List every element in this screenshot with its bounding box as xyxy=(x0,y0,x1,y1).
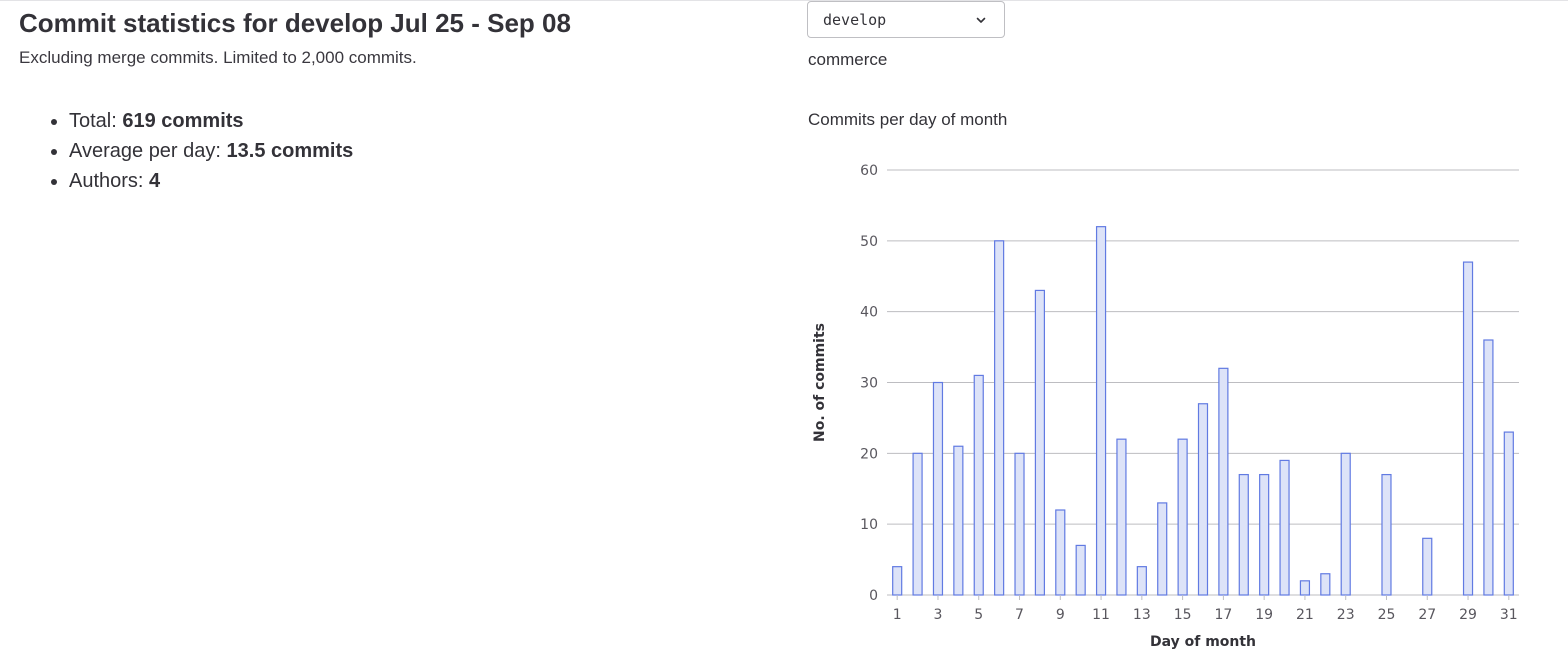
x-tick-label: 25 xyxy=(1378,607,1396,623)
x-tick-label: 21 xyxy=(1296,607,1314,623)
x-tick-label: 1 xyxy=(893,607,902,623)
top-divider xyxy=(0,0,1568,1)
stat-value: 13.5 commits xyxy=(226,140,354,162)
page-title: Commit statistics for develop Jul 25 - S… xyxy=(19,8,571,38)
stat-label: Total: xyxy=(69,110,123,132)
bar xyxy=(1218,367,1229,596)
x-tick-label: 5 xyxy=(974,607,983,623)
x-tick-label: 31 xyxy=(1500,607,1518,623)
bar xyxy=(994,240,1005,596)
bar xyxy=(1055,509,1066,596)
y-tick-label: 0 xyxy=(869,588,878,604)
chart-title: Commits per day of month xyxy=(808,110,1008,129)
bar xyxy=(1238,473,1249,596)
stat-average-per-day: Average per day: 13.5 commits xyxy=(69,136,779,166)
x-tick-label: 17 xyxy=(1214,607,1232,623)
x-tick-label: 15 xyxy=(1174,607,1192,623)
x-tick-label: 7 xyxy=(1015,607,1024,623)
bar xyxy=(892,566,903,596)
stat-total: Total: 619 commits xyxy=(69,106,779,136)
stats-list: Total: 619 commits Average per day: 13.5… xyxy=(19,106,779,196)
stat-label: Average per day: xyxy=(69,140,227,162)
bar xyxy=(1340,452,1351,596)
y-tick-label: 40 xyxy=(860,305,878,321)
bar xyxy=(1483,339,1494,596)
x-tick-label: 19 xyxy=(1255,607,1273,623)
bar xyxy=(1381,473,1392,596)
project-name: commerce xyxy=(808,50,888,69)
x-tick-label: 3 xyxy=(934,607,943,623)
bar xyxy=(1422,537,1433,596)
bar xyxy=(1197,403,1209,596)
y-tick-label: 20 xyxy=(860,446,878,462)
bar xyxy=(973,374,984,596)
bar xyxy=(1034,289,1046,596)
bar xyxy=(1320,573,1331,596)
branch-select-value: develop xyxy=(823,10,887,29)
x-tick-label: 11 xyxy=(1092,607,1110,623)
bar xyxy=(1157,502,1168,596)
stat-authors: Authors: 4 xyxy=(69,166,779,196)
x-tick-label: 13 xyxy=(1133,607,1151,623)
bar xyxy=(1177,438,1188,596)
bar xyxy=(1136,566,1147,596)
stat-value: 4 xyxy=(149,170,161,192)
page-subtitle: Excluding merge commits. Limited to 2,00… xyxy=(19,48,417,67)
stat-label: Authors: xyxy=(69,170,150,192)
bar xyxy=(912,452,923,596)
x-tick-label: 27 xyxy=(1418,607,1436,623)
bar xyxy=(1075,544,1086,596)
x-tick-label: 23 xyxy=(1337,607,1355,623)
branch-select[interactable]: develop xyxy=(807,1,1005,38)
y-tick-label: 10 xyxy=(860,517,878,533)
bar xyxy=(1503,431,1514,596)
bar xyxy=(1279,459,1290,596)
bar xyxy=(932,381,944,596)
x-tick-label: 9 xyxy=(1056,607,1065,623)
y-tick-label: 60 xyxy=(860,163,878,179)
bar xyxy=(1462,261,1474,596)
y-tick-label: 30 xyxy=(860,376,878,392)
x-axis-label: Day of month xyxy=(1150,634,1256,650)
stat-value: 619 commits xyxy=(122,110,244,132)
commit-summary: Commit statistics for develop Jul 25 - S… xyxy=(19,6,779,196)
bar xyxy=(1299,580,1311,596)
bar xyxy=(1259,473,1270,596)
bar xyxy=(1116,438,1127,596)
y-axis-label: No. of commits xyxy=(812,323,828,442)
bar xyxy=(1095,226,1107,596)
commits-per-day-chart: 01020304050601 3 5 7 9 11 13 15 17 19 21 23 25 27 29 31… xyxy=(812,163,1519,650)
x-tick-label: 29 xyxy=(1459,607,1477,623)
bar xyxy=(1014,452,1025,596)
y-tick-label: 50 xyxy=(860,234,878,250)
bar xyxy=(953,445,964,596)
chevron-down-icon xyxy=(976,17,986,23)
